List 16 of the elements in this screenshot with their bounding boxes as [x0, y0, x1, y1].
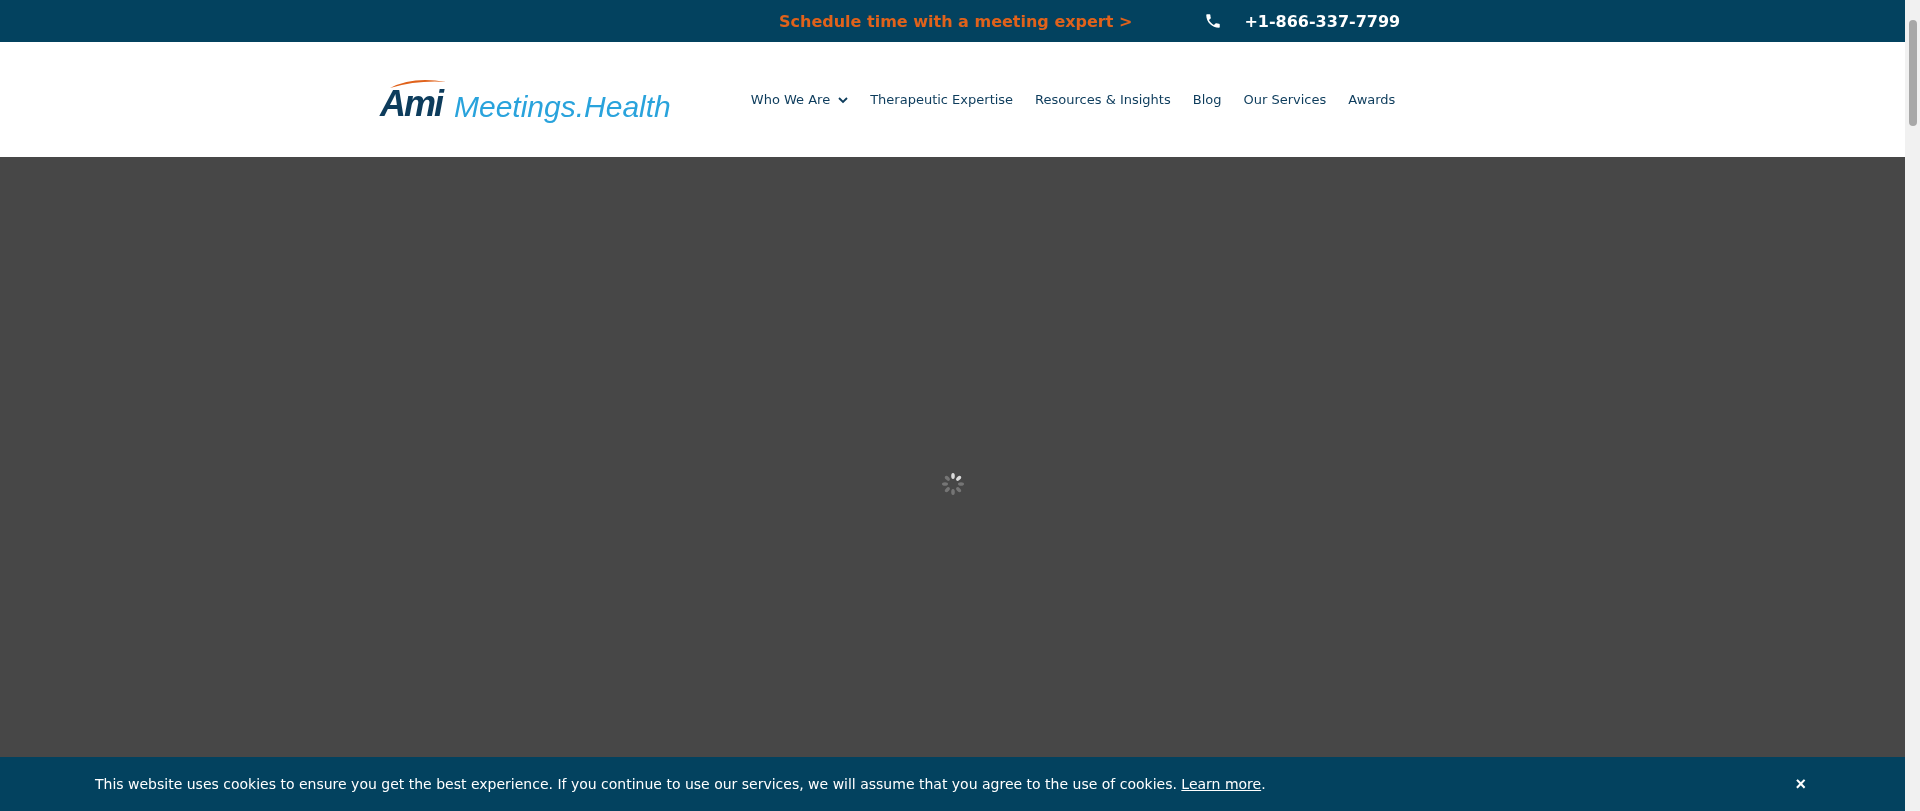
logo-mark[interactable]: Ami: [380, 85, 442, 122]
nav-link[interactable]: Resources & Insights: [1035, 92, 1171, 107]
chevron-down-icon: [838, 95, 849, 104]
nav-link[interactable]: Blog: [1192, 92, 1222, 107]
cookie-message: This website uses cookies to ensure you get the best experience. If you continue to use our services, we will assume that you agree to the use of cookies. Learn more.: [95, 776, 1266, 792]
scrollbar-thumb[interactable]: [1908, 20, 1917, 126]
nav-link[interactable]: Who We Are: [750, 92, 849, 107]
scrollbar[interactable]: [1905, 0, 1920, 811]
nav-link[interactable]: Awards: [1348, 92, 1396, 107]
phone-icon: [1204, 12, 1223, 30]
learn-more-link[interactable]: Learn more: [1181, 776, 1262, 792]
close-button[interactable]: ×: [1791, 773, 1810, 795]
nav-link[interactable]: Our Services: [1243, 92, 1327, 107]
loading-spinner-icon: [940, 472, 965, 496]
phone-number[interactable]: +1-866-337-7799: [1244, 11, 1401, 31]
nav-link[interactable]: Therapeutic Expertise: [870, 92, 1014, 107]
